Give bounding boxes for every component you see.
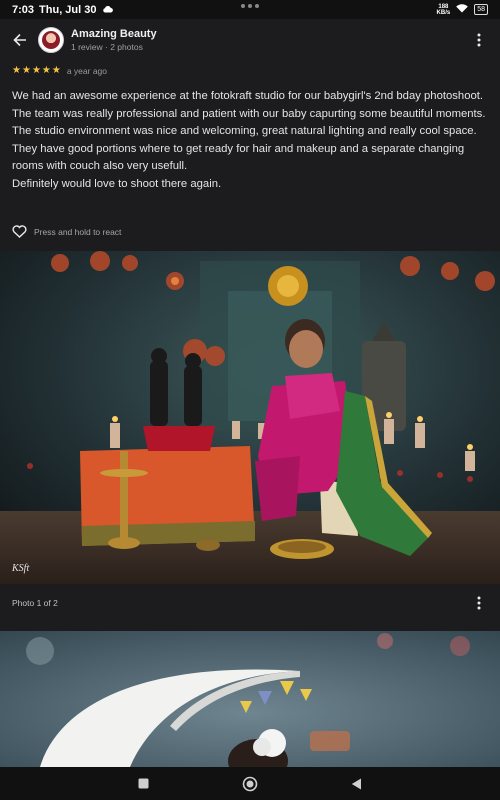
circle-icon — [242, 776, 258, 791]
back-nav-button[interactable] — [342, 769, 372, 799]
photo-watermark: KSft — [11, 563, 29, 574]
star-icon: ★ — [31, 65, 41, 76]
status-time: 7:03 — [12, 3, 35, 16]
recents-button[interactable] — [128, 769, 158, 799]
star-icon: ★ — [12, 65, 21, 76]
review-photo-1[interactable]: KSft — [0, 251, 500, 584]
more-vert-icon — [477, 596, 481, 609]
system-nav-bar — [0, 767, 500, 800]
more-vert-icon — [477, 33, 481, 47]
review-header: Amazing Beauty 1 review · 2 photos — [0, 19, 500, 61]
review-body: We had an awesome experience at the foto… — [12, 88, 490, 194]
reviewer-name[interactable]: Amazing Beauty — [71, 28, 157, 40]
back-button[interactable] — [0, 20, 40, 60]
react-button[interactable]: Press and hold to react — [12, 225, 121, 238]
star-rating: ★ ★ ★ ★ ★ — [12, 66, 61, 76]
battery-indicator: 58 — [474, 4, 488, 15]
review-paragraph: Definitely would love to shoot there aga… — [12, 177, 222, 190]
net-speed: 188 KB/s — [436, 3, 451, 16]
status-date: Thu, Jul 30 — [39, 3, 97, 16]
triangle-back-icon — [351, 778, 362, 789]
star-icon: ★ — [51, 65, 61, 76]
photo-more-button[interactable] — [464, 588, 494, 618]
wifi-icon — [456, 3, 469, 16]
star-icon: ★ — [41, 65, 51, 76]
home-button[interactable] — [235, 769, 265, 799]
review-time: a year ago — [66, 66, 108, 76]
star-icon: ★ — [21, 65, 31, 76]
photo-counter: Photo 1 of 2 — [12, 597, 58, 608]
profile-avatar-icon — [42, 31, 60, 49]
reviewer-stats: 1 review · 2 photos — [71, 42, 143, 52]
status-bar: 7:03 Thu, Jul 30 188 KB/s 58 — [0, 0, 500, 19]
more-options-button[interactable] — [464, 25, 494, 55]
heart-outline-icon — [12, 225, 27, 238]
rating-row: ★ ★ ★ ★ ★ a year ago — [12, 66, 108, 77]
avatar[interactable] — [38, 27, 64, 53]
photo-caption-bar: Photo 1 of 2 — [0, 586, 500, 619]
arrow-back-icon — [13, 33, 26, 47]
square-icon — [138, 778, 149, 789]
review-paragraph: We had an awesome experience at the foto… — [12, 90, 486, 120]
react-hint: Press and hold to react — [34, 226, 122, 237]
review-paragraph: The studio environment was nice and welc… — [12, 125, 477, 173]
review-photo-2[interactable] — [0, 631, 500, 767]
cloud-icon — [102, 4, 113, 16]
status-dots — [241, 4, 259, 8]
